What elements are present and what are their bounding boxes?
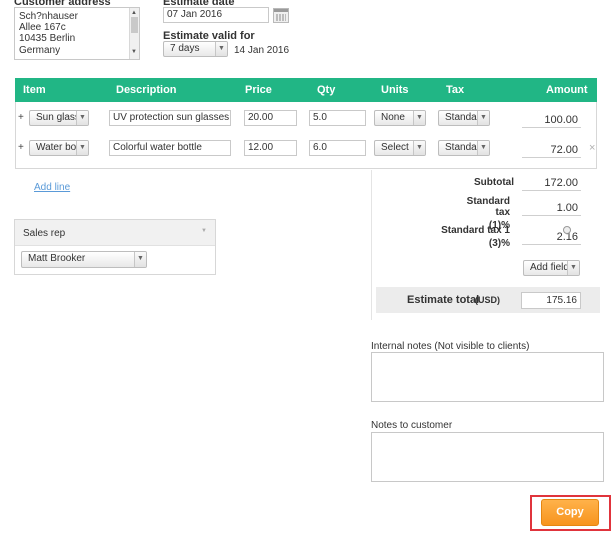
col-item: Item: [23, 84, 46, 96]
scroll-down-icon[interactable]: ▼: [131, 49, 137, 55]
chevron-down-icon: ▼: [477, 111, 489, 125]
collapse-icon[interactable]: ▼: [201, 228, 207, 234]
chevron-down-icon: ▼: [567, 261, 579, 275]
address-line: Germany: [19, 45, 61, 56]
row-tax-select[interactable]: Standard ▼: [438, 140, 490, 156]
chevron-down-icon: ▼: [76, 111, 88, 125]
row-units-select[interactable]: Select ▼: [374, 140, 426, 156]
add-line-link[interactable]: Add line: [34, 182, 70, 193]
notes-to-customer-label: Notes to customer: [371, 420, 453, 431]
address-line: 10435 Berlin: [19, 33, 76, 44]
chevron-down-icon: ▼: [76, 141, 88, 155]
row-description-input[interactable]: Colorful water bottle: [109, 140, 231, 156]
row-units-value: Select: [381, 142, 409, 153]
row-amount[interactable]: 100.00: [522, 112, 581, 128]
estimate-date-input[interactable]: 07 Jan 2016: [163, 7, 269, 23]
address-line: Sch?nhauser: [19, 11, 78, 22]
valid-until-date: 14 Jan 2016: [234, 45, 290, 56]
col-description: Description: [116, 84, 177, 96]
col-qty: Qty: [317, 84, 336, 96]
row-tax-select[interactable]: Standard ▼: [438, 110, 490, 126]
tax2-value: 2.16: [522, 229, 581, 245]
col-price: Price: [245, 84, 272, 96]
row-price-input[interactable]: 12.00: [244, 140, 297, 156]
chevron-down-icon: ▼: [134, 252, 146, 267]
row-price-input[interactable]: 20.00: [244, 110, 297, 126]
customer-address-textarea[interactable]: Sch?nhauser Allee 167c 10435 Berlin Germ…: [14, 7, 140, 60]
sales-rep-panel: Sales rep ▼ Matt Brooker ▼: [14, 219, 216, 275]
estimate-valid-value: 7 days: [170, 43, 200, 54]
estimate-total-label: Estimate total: [407, 294, 480, 306]
chevron-down-icon: ▼: [477, 141, 489, 155]
tax1-value: 1.00: [522, 200, 581, 216]
internal-notes-textarea[interactable]: [371, 352, 604, 402]
tax2-label-rate: (3)%: [488, 238, 510, 249]
estimate-total-value: 175.16: [521, 292, 581, 309]
sales-rep-select[interactable]: Matt Brooker ▼: [21, 251, 147, 268]
items-table-body: [15, 102, 597, 169]
subtotal-label: Subtotal: [474, 177, 514, 188]
add-field-label: Add field: [530, 262, 569, 273]
internal-notes-label: Internal notes (Not visible to clients): [371, 341, 530, 352]
copy-button[interactable]: Copy: [541, 499, 599, 526]
chevron-down-icon: ▼: [413, 141, 425, 155]
remove-row-icon[interactable]: ×: [589, 142, 595, 154]
row-units-value: None: [381, 112, 405, 123]
row-qty-input[interactable]: 5.0: [309, 110, 366, 126]
tax1-label-name: Standard tax: [466, 196, 510, 218]
col-amount: Amount: [546, 84, 588, 96]
row-description-input[interactable]: UV protection sun glasses: [109, 110, 231, 126]
scroll-up-icon[interactable]: ▲: [131, 10, 137, 16]
chevron-down-icon: ▼: [413, 111, 425, 125]
subtotal-value: 172.00: [522, 175, 581, 191]
tax2-label: Standard tax 1 (3)%: [440, 225, 510, 249]
chevron-down-icon: ▼: [215, 42, 227, 56]
sales-rep-header[interactable]: Sales rep ▼: [15, 220, 215, 246]
row-item-value: Sun glass: [36, 112, 80, 123]
col-tax: Tax: [446, 84, 465, 96]
cursor-icon: [563, 226, 571, 234]
address-line: Allee 167c: [19, 22, 66, 33]
items-table-header: Item Description Price Qty Units Tax Amo…: [15, 78, 597, 102]
drag-handle-icon[interactable]: +: [18, 142, 24, 153]
tax2-label-name: Standard tax 1: [441, 225, 510, 236]
row-qty-input[interactable]: 6.0: [309, 140, 366, 156]
address-scrollbar[interactable]: ▲ ▼: [129, 8, 139, 59]
estimate-total-currency: (USD): [475, 295, 500, 305]
calendar-icon[interactable]: [273, 8, 289, 23]
sales-rep-value: Matt Brooker: [28, 253, 86, 264]
estimate-valid-select[interactable]: 7 days ▼: [163, 41, 228, 57]
notes-to-customer-textarea[interactable]: [371, 432, 604, 482]
col-units: Units: [381, 84, 409, 96]
row-item-select[interactable]: Water bot ▼: [29, 140, 89, 156]
row-item-value: Water bot: [36, 142, 79, 153]
sales-rep-title: Sales rep: [23, 228, 66, 239]
scroll-thumb[interactable]: [131, 17, 138, 33]
add-field-select[interactable]: Add field ▼: [523, 260, 580, 276]
row-item-select[interactable]: Sun glass ▼: [29, 110, 89, 126]
drag-handle-icon[interactable]: +: [18, 112, 24, 123]
row-amount[interactable]: 72.00: [522, 142, 581, 158]
row-units-select[interactable]: None ▼: [374, 110, 426, 126]
